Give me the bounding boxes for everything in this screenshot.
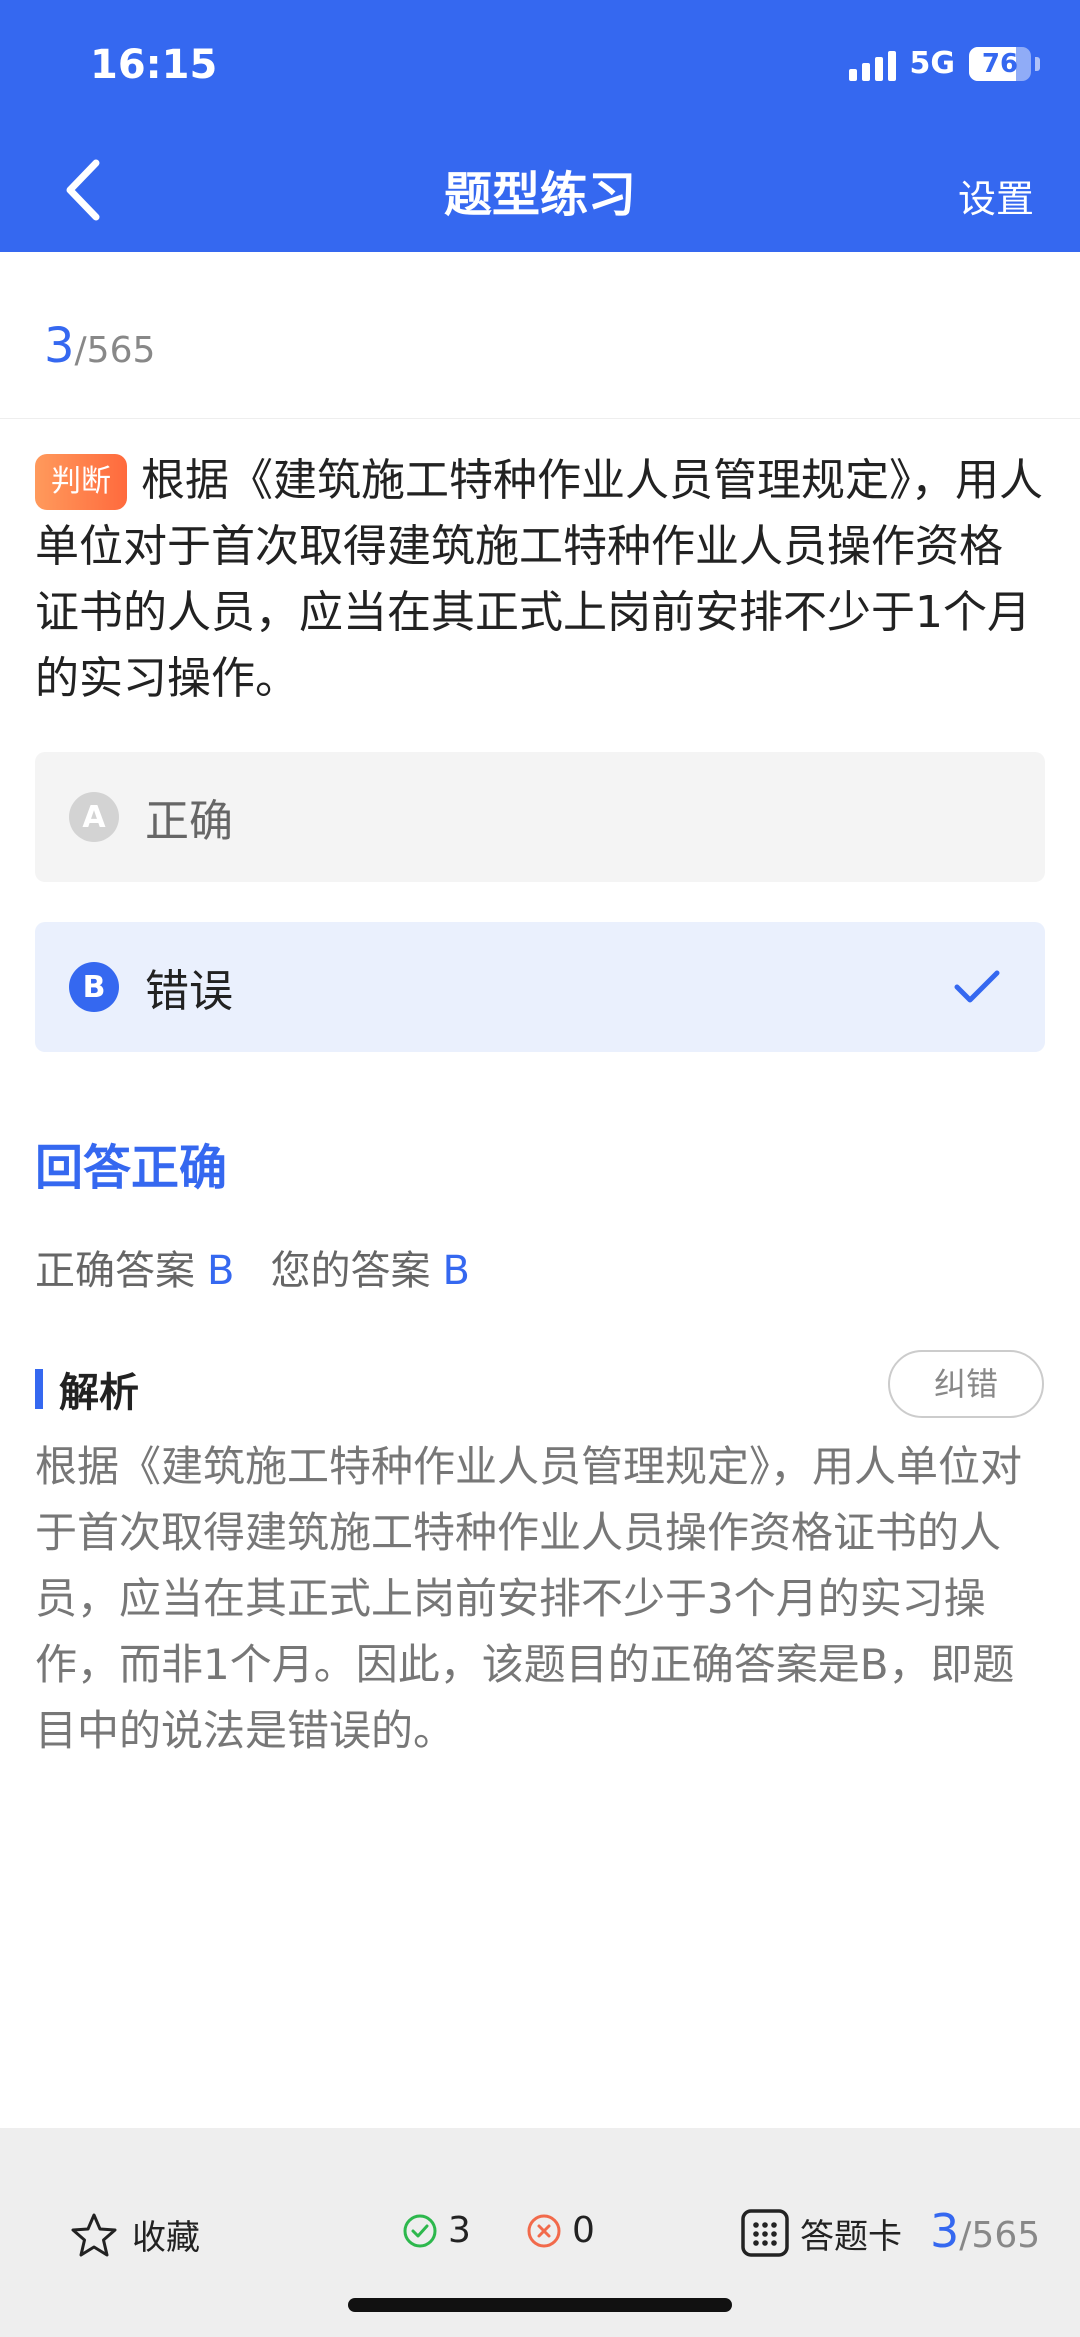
grid-icon [741,2209,789,2257]
x-circle-icon [527,2214,561,2247]
battery-level: 76 [981,48,1019,79]
your-answer-value: B [442,1248,470,1294]
question-type-tag: 判断 [35,454,127,510]
top-bar: 16:15 5G 76 题型练习 设置 [0,0,1080,252]
correct-answer-label: 正确答案 [35,1248,195,1294]
favorite-label: 收藏 [132,2218,200,2258]
check-circle-icon [403,2214,437,2247]
page-title: 题型练习 [443,167,636,223]
star-icon [71,2213,117,2256]
your-answer-label: 您的答案 [270,1248,431,1294]
network-type: 5G [909,46,956,81]
question-text: 判断 根据《建筑施工特种作业人员管理规定》，用人单位对于首次取得建筑施工特种作业人… [35,448,1045,712]
wrong-count-value: 0 [572,2210,595,2251]
correct-answer-value: B [207,1248,235,1294]
home-indicator [348,2298,732,2312]
answer-card-button[interactable]: 答题卡 [740,2208,902,2258]
heading-bar [35,1369,43,1409]
question-body: 根据《建筑施工特种作业人员管理规定》，用人单位对于首次取得建筑施工特种作业人员操… [35,455,1043,704]
correct-count-value: 3 [448,2210,471,2251]
progress-total: /565 [74,330,156,371]
favorite-button[interactable]: 收藏 [70,2210,200,2259]
report-error-button[interactable]: 纠错 [888,1350,1044,1418]
wrong-count: 0 [526,2210,595,2251]
progress-current: 3 [44,318,75,374]
answer-card-label: 答题卡 [800,2216,902,2257]
answer-summary: 正确答案 B 您的答案 B [35,1238,506,1296]
analysis-heading: 解析 [35,1360,139,1418]
status-icons: 5G 76 [848,46,1040,81]
option-text: 错误 [145,966,233,1017]
correct-count: 3 [402,2210,471,2251]
status-time: 16:15 [90,42,218,88]
check-icon [954,970,1000,1003]
analysis-title: 解析 [59,1370,139,1416]
battery-icon: 76 [969,46,1031,81]
settings-button[interactable]: 设置 [958,168,1034,223]
analysis-text: 根据《建筑施工特种作业人员管理规定》，用人单位对于首次取得建筑施工特种作业人员操… [35,1442,1023,1755]
result-title: 回答正确 [35,1140,228,1196]
option-text: 正确 [145,796,233,847]
question-progress: 3/565 [44,318,155,374]
option-letter: A [69,792,119,842]
footer-progress-current: 3 [930,2204,960,2258]
option-a[interactable]: A 正确 [35,752,1045,882]
footer-progress-total: /565 [959,2215,1041,2256]
footer-progress: 3/565 [930,2204,1040,2258]
option-b[interactable]: B 错误 [35,922,1045,1052]
option-letter: B [69,962,119,1012]
signal-icon [848,47,896,81]
divider [0,418,1080,419]
